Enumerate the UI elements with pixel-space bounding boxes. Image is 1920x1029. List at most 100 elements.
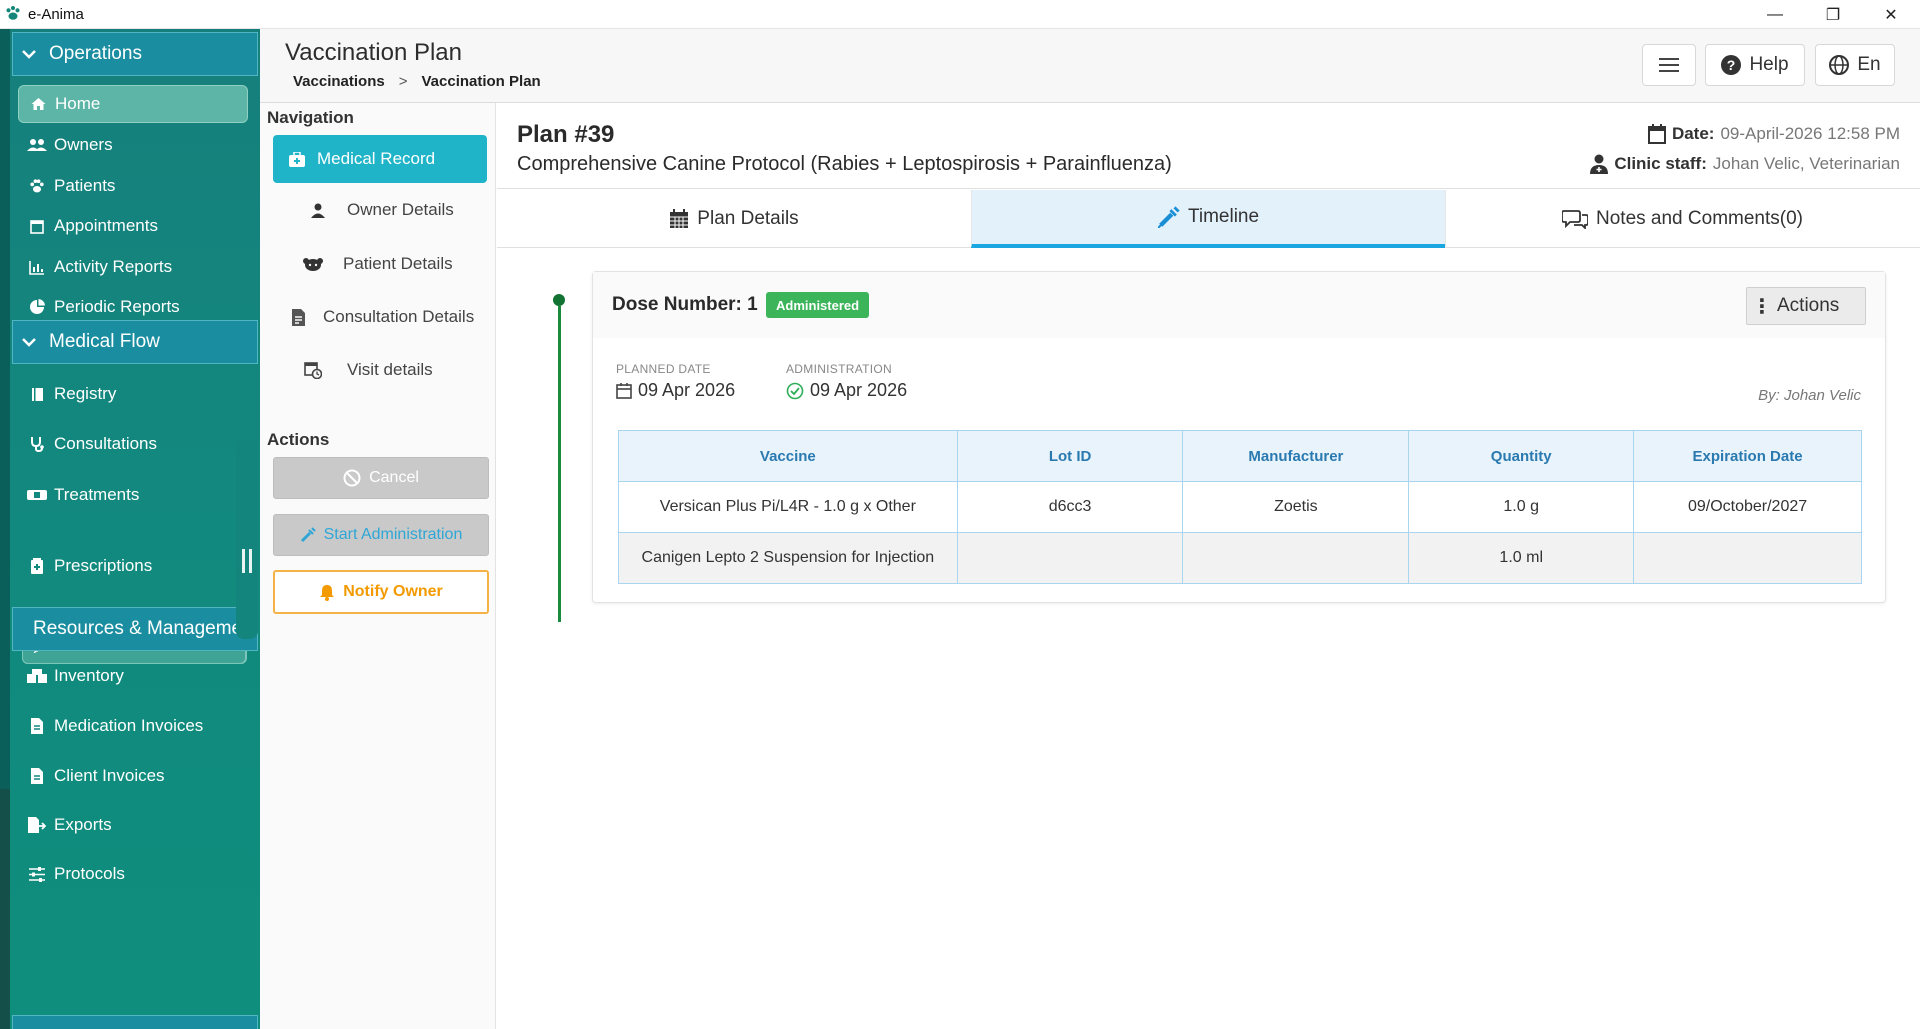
nav-patient-details[interactable]: Patient Details — [273, 240, 487, 288]
export-icon — [26, 816, 48, 834]
column-expiration-date: Expiration Date — [1633, 430, 1862, 482]
actions-label: Actions — [1777, 295, 1840, 316]
plan-date: Date: 09-April-2026 12:58 PM — [1647, 124, 1900, 144]
sidebar-item-label: Appointments — [54, 216, 158, 235]
calendar-icon — [26, 217, 48, 235]
sidebar-item-treatments[interactable]: Treatments — [18, 476, 248, 514]
breadcrumb-vaccinations[interactable]: Vaccinations — [293, 73, 385, 90]
comments-icon — [1562, 210, 1589, 229]
chevron-down-icon — [22, 338, 36, 347]
bar-chart-icon — [26, 258, 48, 276]
sidebar-item-label: Home — [55, 94, 101, 113]
nav-visit-details[interactable]: Visit details — [273, 346, 487, 394]
cell-manufacturer — [1182, 532, 1410, 584]
cancel-button[interactable]: Cancel — [273, 457, 489, 499]
syringe-icon — [300, 527, 316, 543]
maximize-button[interactable]: ❐ — [1804, 0, 1862, 29]
nav-label: Medical Record — [317, 149, 436, 168]
language-button[interactable]: En — [1815, 44, 1895, 86]
stethoscope-icon — [26, 435, 48, 453]
table-row: Versican Plus Pi/L4R - 1.0 g x Other d6c… — [618, 481, 1862, 533]
nav-consultation-details[interactable]: Consultation Details — [273, 293, 487, 341]
breadcrumb: Vaccinations > Vaccination Plan — [293, 73, 541, 90]
start-administration-button[interactable]: Start Administration — [273, 514, 489, 556]
sidebar-item-patients[interactable]: Patients — [18, 167, 248, 205]
sidebar-item-appointments[interactable]: Appointments — [18, 207, 248, 245]
home-icon — [27, 95, 49, 113]
syringe-icon — [1157, 206, 1180, 228]
sidebar-item-label: Consultations — [54, 434, 158, 453]
sidebar-item-registry[interactable]: Registry — [18, 375, 248, 413]
menu-button[interactable] — [1642, 44, 1696, 86]
medical-kit-icon — [277, 151, 317, 167]
actions-heading: Actions — [267, 430, 330, 449]
section-label: Medical Flow — [49, 331, 160, 352]
notify-owner-label: Notify Owner — [343, 583, 443, 600]
window-title: e-Anima — [28, 5, 84, 23]
nav-owner-details[interactable]: Owner Details — [273, 186, 487, 234]
tab-plan-details[interactable]: Plan Details — [497, 190, 971, 248]
breadcrumb-separator: > — [398, 73, 408, 90]
minimize-button[interactable]: — — [1746, 0, 1804, 29]
planned-date-value: 09 Apr 2026 — [638, 380, 736, 400]
section-operations[interactable]: Operations — [12, 32, 258, 76]
sidebar-item-exports[interactable]: Exports — [18, 806, 248, 844]
sidebar-item-protocols[interactable]: Protocols — [18, 855, 248, 893]
section-medical-flow[interactable]: Medical Flow — [12, 320, 258, 364]
tab-timeline[interactable]: Timeline — [971, 190, 1445, 248]
language-label: En — [1857, 54, 1881, 75]
sidebar-item-consultations[interactable]: Consultations — [18, 425, 248, 463]
help-button[interactable]: ? Help — [1705, 44, 1805, 86]
dose-actions-button[interactable]: ⋮ Actions — [1746, 287, 1866, 325]
dose-header: Dose Number: 1 Administered ⋮ Actions — [593, 272, 1885, 338]
plan-clinic-staff: Clinic staff: Johan Velic, Veterinarian — [1590, 154, 1900, 174]
sidebar-item-prescriptions[interactable]: Prescriptions — [18, 547, 248, 585]
doctor-icon — [1590, 154, 1609, 174]
planned-date-label: PLANNED DATE — [616, 362, 711, 376]
calendar-clock-icon — [293, 361, 333, 379]
sidebar-item-client-invoices[interactable]: Client Invoices — [18, 757, 248, 795]
sidebar-item-owners[interactable]: Owners — [18, 126, 248, 164]
sidebar-item-label: Periodic Reports — [54, 297, 180, 316]
section-resources[interactable]: Resources & Management — [12, 607, 258, 651]
hamburger-icon — [1659, 58, 1679, 72]
check-circle-icon — [786, 382, 804, 399]
administration-date: 09 Apr 2026 — [786, 380, 907, 401]
sidebar-item-label: Client Invoices — [54, 766, 165, 785]
sidebar-item-medication-invoices[interactable]: Medication Invoices — [18, 707, 248, 745]
plan-name: Comprehensive Canine Protocol (Rabies + … — [517, 153, 1172, 175]
sidebar-scrollbar[interactable] — [236, 439, 258, 639]
sidebar-item-inventory[interactable]: Inventory — [18, 657, 248, 695]
start-administration-label: Start Administration — [323, 526, 463, 543]
sidebar-item-activity-reports[interactable]: Activity Reports — [18, 248, 248, 286]
sidebar-item-label: Medication Invoices — [54, 716, 204, 735]
column-lot-id: Lot ID — [956, 430, 1184, 482]
help-label: Help — [1749, 54, 1789, 75]
question-circle-icon: ? — [1721, 55, 1742, 75]
sidebar-item-home[interactable]: Home — [18, 85, 248, 123]
notify-owner-button[interactable]: Notify Owner — [273, 570, 489, 614]
plan-number: Plan #39 — [517, 121, 615, 148]
plan-header: Plan #39 Comprehensive Canine Protocol (… — [497, 103, 1920, 189]
dose-title: Dose Number: 1 — [612, 294, 758, 315]
sidebar-item-label: Registry — [54, 384, 117, 403]
sidebar-item-label: Prescriptions — [54, 556, 153, 575]
nav-medical-record[interactable]: Medical Record — [273, 135, 487, 183]
dog-icon — [293, 257, 333, 272]
cell-quantity: 1.0 g — [1408, 481, 1635, 533]
tab-notes-comments[interactable]: Notes and Comments(0) — [1445, 190, 1919, 248]
sidebar-item-label: Owners — [54, 135, 113, 154]
cancel-label: Cancel — [369, 469, 419, 486]
sliders-icon — [26, 865, 48, 883]
paw-logo-icon — [3, 4, 23, 24]
sidebar-item-label: Protocols — [54, 864, 125, 883]
plan-tabs: Plan Details Timeline Notes and Comments… — [497, 190, 1920, 248]
close-button[interactable]: ✕ — [1862, 0, 1920, 29]
tab-label: Notes and Comments(0) — [1596, 208, 1803, 229]
cell-quantity: 1.0 ml — [1408, 532, 1635, 584]
document-edit-icon — [279, 308, 319, 326]
invoice-icon — [26, 717, 48, 735]
scroll-grip[interactable] — [242, 549, 252, 573]
section-label: Resources & Management — [33, 618, 258, 639]
timeline-dot — [553, 294, 565, 306]
